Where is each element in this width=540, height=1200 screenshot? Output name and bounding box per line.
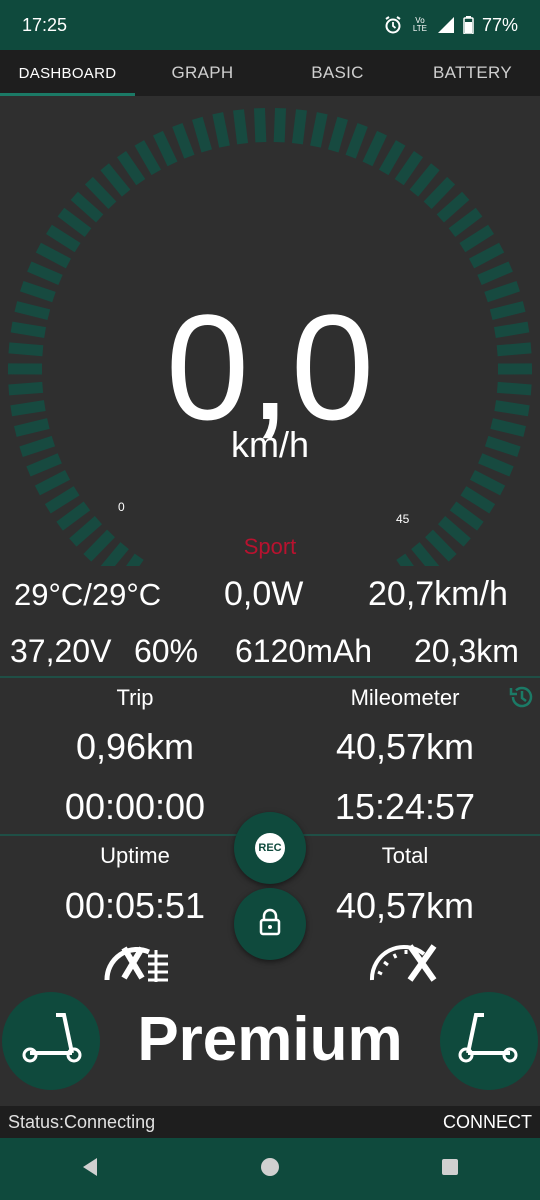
battery-icon [463, 16, 474, 34]
gauge-segment [27, 261, 63, 286]
system-nav-bar [0, 1138, 540, 1200]
gauge-segment [84, 176, 117, 210]
tab-dashboard[interactable]: DASHBOARD [0, 50, 135, 96]
volte-icon: Vo LTE [412, 16, 427, 33]
gauge-segment [362, 130, 388, 167]
gauge-segment [44, 486, 80, 514]
connection-status-bar: Status:Connecting CONNECT [0, 1106, 540, 1138]
gauge-segment [56, 501, 91, 531]
gauge-segment [423, 176, 456, 210]
lock-button[interactable] [234, 888, 306, 960]
home-icon[interactable] [259, 1156, 281, 1183]
mileometer-time: 15:24:57 [334, 786, 476, 827]
gauge-segment [212, 112, 230, 148]
connect-button[interactable]: CONNECT [443, 1112, 532, 1133]
gauge-segment [273, 107, 287, 143]
gauge-segment [116, 151, 146, 186]
tab-graph[interactable]: GRAPH [135, 50, 270, 96]
total-value: 40,57km [335, 885, 475, 926]
mileometer-distance: 40,57km [335, 726, 475, 767]
trip-distance: 0,96km [75, 726, 195, 767]
tab-battery[interactable]: BATTERY [405, 50, 540, 96]
gauge-segment [310, 112, 328, 148]
gauge-segment [448, 207, 483, 237]
gauge-segment [459, 224, 495, 253]
scooter-icon [18, 1009, 84, 1074]
ride-mode: Sport [243, 534, 297, 559]
alarm-icon [383, 15, 403, 35]
battery-percent-value: 60% [134, 633, 199, 669]
battery-percent: 77% [481, 14, 518, 35]
scooter-icon [456, 1009, 522, 1074]
uptime-label: Uptime [100, 843, 170, 868]
gauge-segment [253, 107, 267, 143]
gauge-segment [327, 116, 348, 153]
status-bar: 17:25 Vo LTE 77% [0, 0, 540, 50]
lock-icon [258, 908, 282, 941]
gauge-segment [477, 261, 513, 286]
gauge-segment [233, 109, 249, 145]
gauge-segment [152, 130, 178, 167]
voltage-value: 37,20V [10, 633, 112, 669]
back-icon[interactable] [79, 1156, 101, 1183]
divider-top [0, 676, 540, 678]
premium-label: Premium [137, 1005, 403, 1074]
recents-icon[interactable] [439, 1156, 461, 1183]
uptime-value: 00:05:51 [64, 885, 206, 926]
history-icon[interactable] [507, 682, 537, 717]
gauge-segment [291, 109, 307, 145]
gauge-segment [100, 163, 131, 197]
power-value: 0,0W [224, 575, 304, 613]
gauge-segment [460, 486, 496, 514]
speedometer-off-icon[interactable] [368, 942, 440, 987]
gauge-segment [57, 207, 92, 237]
connection-status: Status:Connecting [8, 1111, 156, 1132]
average-speed-value: 20,7km/h [368, 575, 508, 613]
tab-bar: DASHBOARD GRAPH BASIC BATTERY [0, 50, 540, 96]
signal-icon [437, 16, 455, 34]
mileometer-label: Mileometer [350, 685, 460, 710]
gauge-segment [469, 242, 505, 269]
gauge-segment [378, 140, 406, 176]
clock: 17:25 [22, 14, 68, 35]
gauge-segment [172, 122, 195, 159]
speed-value: 0,0 [165, 283, 375, 451]
gauge-min-label: 0 [118, 500, 125, 514]
gauge-segment [35, 242, 71, 269]
gauge-segment [436, 191, 470, 223]
speed-unit: km/h [230, 424, 309, 465]
gauge-segment [192, 116, 213, 153]
gauge-segment [409, 163, 440, 197]
temperature-value: 29°C/29°C [14, 577, 162, 612]
scooter-right-button[interactable] [440, 992, 538, 1090]
trip-label: Trip [116, 685, 154, 710]
rec-label: REC [255, 833, 285, 863]
gauge-segment [34, 469, 71, 496]
gauge-segment [394, 151, 424, 186]
range-value: 20,3km [414, 633, 519, 669]
tab-basic[interactable]: BASIC [270, 50, 405, 96]
trip-time: 00:00:00 [64, 786, 206, 827]
gauge-segment [70, 191, 104, 223]
scooter-left-button[interactable] [2, 992, 100, 1090]
total-label: Total [381, 843, 429, 868]
status-icons: Vo LTE 77% [383, 15, 518, 36]
speedometer-limit-icon[interactable] [102, 942, 172, 987]
gauge-max-label: 45 [396, 512, 410, 526]
gauge-segment [345, 122, 368, 159]
gauge-segment [45, 224, 81, 253]
capacity-value: 6120mAh [235, 633, 372, 669]
gauge-segment [449, 501, 484, 531]
gauge-segment [134, 140, 162, 176]
record-button[interactable]: REC [234, 812, 306, 884]
gauge-segment [469, 469, 506, 496]
